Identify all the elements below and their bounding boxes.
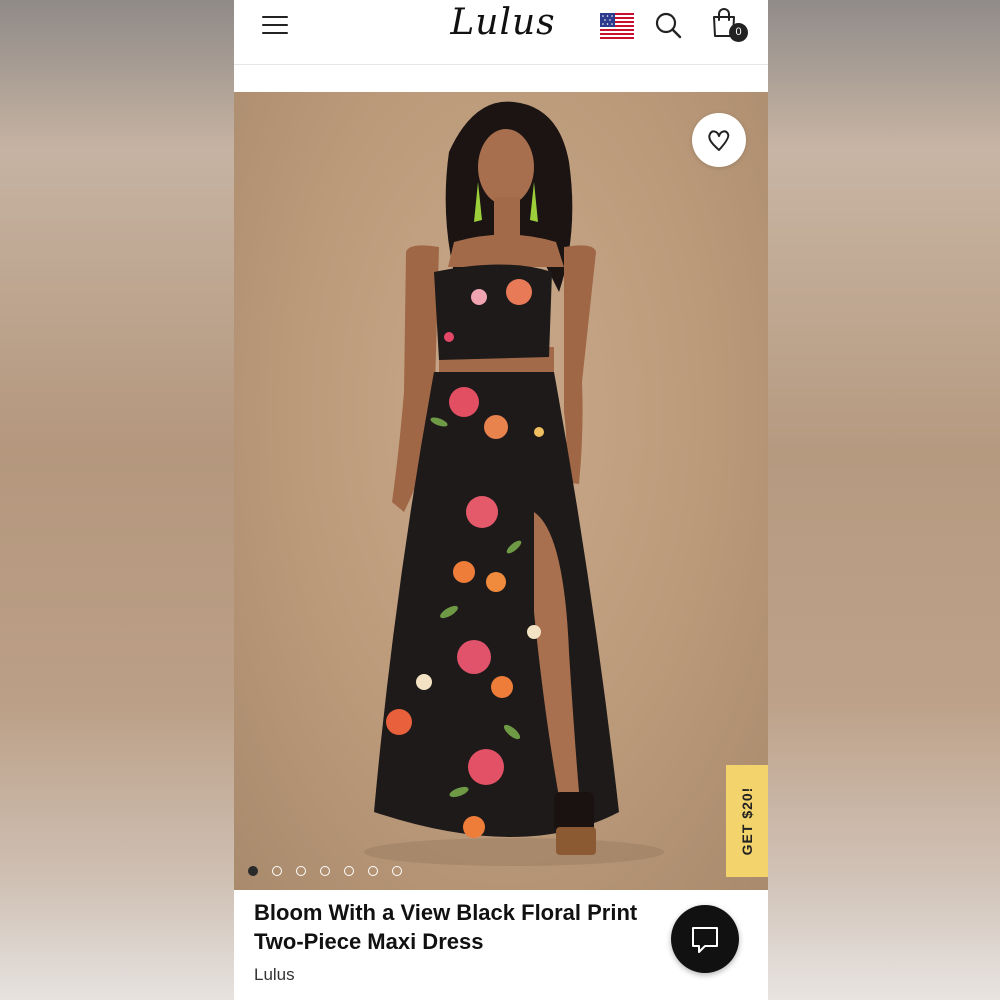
model-in-floral-dress-image [364,101,664,866]
product-title-line1: Bloom With a View Black Floral Print [254,900,638,925]
product-title-line2: Two-Piece Maxi Dress [254,929,484,954]
shopping-bag-button[interactable]: 0 [708,8,748,42]
pagination-dot[interactable] [392,866,402,876]
pagination-dot[interactable] [272,866,282,876]
pagination-dot[interactable] [344,866,354,876]
pagination-dot[interactable] [296,866,306,876]
phone-screen: Lulus 0 GET $20! Bloom With a View Black… [234,0,768,1000]
heart-icon [708,130,730,151]
pagination-dot[interactable] [368,866,378,876]
us-flag-icon[interactable] [600,13,634,39]
promo-tab[interactable]: GET $20! [726,765,768,877]
cart-count-badge: 0 [729,23,748,42]
site-logo[interactable]: Lulus [448,0,558,48]
favorite-button[interactable] [692,113,746,167]
site-header: Lulus 0 [234,0,768,65]
product-title: Bloom With a View Black Floral Print Two… [254,898,694,956]
blurred-background-right [768,0,1000,1000]
product-image[interactable]: GET $20! [234,92,768,890]
search-icon[interactable] [654,11,682,39]
pagination-dot[interactable] [320,866,330,876]
menu-icon[interactable] [262,14,288,36]
header-spacer [234,65,768,92]
image-pagination [248,866,402,876]
blurred-background-left [0,0,234,1000]
pagination-dot[interactable] [248,866,258,876]
promo-tab-label: GET $20! [739,786,755,856]
chat-button[interactable] [671,905,739,973]
chat-icon [692,927,718,953]
product-brand[interactable]: Lulus [254,965,295,985]
